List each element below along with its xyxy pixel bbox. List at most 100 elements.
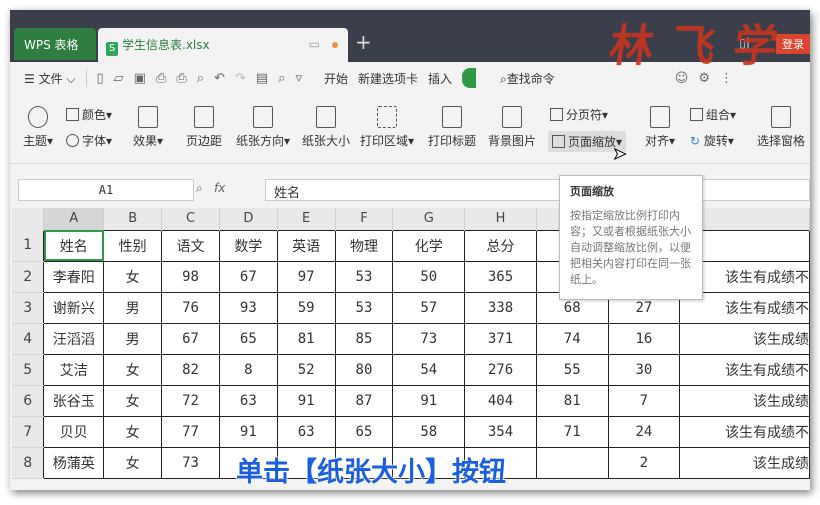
select-all-corner[interactable] bbox=[12, 208, 45, 230]
group-button[interactable]: 组合▾ bbox=[690, 106, 736, 123]
cell[interactable]: 姓名 bbox=[43, 229, 105, 262]
cell[interactable]: 91 bbox=[392, 384, 466, 417]
cell[interactable]: 男 bbox=[103, 291, 163, 324]
cell[interactable]: 73 bbox=[392, 322, 466, 355]
row-number[interactable]: 7 bbox=[12, 416, 44, 448]
menu-tab-insert[interactable]: 插入 bbox=[428, 70, 452, 87]
cell[interactable]: 63 bbox=[276, 415, 336, 448]
cell[interactable]: 354 bbox=[464, 415, 537, 448]
cell[interactable]: 57 bbox=[392, 291, 466, 324]
feedback-icon[interactable]: ☺ bbox=[675, 71, 689, 86]
row-number[interactable]: 1 bbox=[12, 230, 44, 262]
menu-tab-new[interactable]: 新建选项卡 bbox=[358, 70, 418, 87]
cell[interactable]: 67 bbox=[161, 322, 220, 355]
cell[interactable]: 该生成绩 bbox=[679, 446, 810, 479]
cell[interactable]: 59 bbox=[276, 291, 336, 324]
cell[interactable]: 93 bbox=[218, 291, 278, 324]
column-header[interactable]: H bbox=[464, 208, 537, 230]
effect-button[interactable]: 效果▾ bbox=[128, 106, 168, 149]
tab-wps-home[interactable]: WPS 表格 bbox=[14, 28, 96, 60]
cell[interactable]: 53 bbox=[334, 291, 394, 324]
monitor-icon[interactable]: ▭ bbox=[309, 37, 320, 51]
redo-icon[interactable]: ↷ bbox=[235, 71, 246, 86]
cell[interactable]: 24 bbox=[607, 415, 681, 448]
cell[interactable]: 338 bbox=[464, 291, 537, 324]
row-number[interactable]: 8 bbox=[12, 447, 44, 479]
tab-document[interactable]: S 学生信息表.xlsx ▭ bbox=[98, 28, 348, 62]
file-menu[interactable]: ☰ 文件 ⌵ bbox=[24, 70, 76, 87]
row-number[interactable]: 4 bbox=[12, 323, 44, 355]
cell[interactable]: 7 bbox=[607, 384, 681, 417]
cell[interactable]: 50 bbox=[392, 260, 466, 293]
cell[interactable]: 谢新兴 bbox=[43, 291, 105, 324]
save-icon[interactable]: ▣ bbox=[134, 71, 146, 86]
cell[interactable]: 71 bbox=[535, 415, 609, 448]
cell[interactable]: 物理 bbox=[334, 229, 394, 262]
zoom-formula-icon[interactable]: ⌕ bbox=[196, 181, 203, 196]
column-header[interactable]: B bbox=[103, 208, 163, 230]
open-icon[interactable]: ▱ bbox=[114, 71, 124, 86]
cell[interactable]: 365 bbox=[464, 260, 537, 293]
pdf-icon[interactable]: ▤ bbox=[256, 71, 268, 86]
align-button[interactable]: 对齐▾ bbox=[642, 106, 678, 149]
cell[interactable]: 87 bbox=[334, 384, 394, 417]
gear-icon[interactable]: ⚙ bbox=[698, 71, 710, 86]
row-number[interactable]: 5 bbox=[12, 354, 44, 386]
cell[interactable]: 54 bbox=[392, 353, 466, 386]
cell[interactable]: 汪滔滔 bbox=[43, 322, 105, 355]
undo-icon[interactable]: ↶ bbox=[214, 71, 225, 86]
print-preview-icon[interactable]: ⎙ bbox=[176, 71, 186, 86]
cell[interactable]: 该生有成绩不 bbox=[679, 353, 810, 386]
cell[interactable]: 73 bbox=[161, 446, 220, 479]
cell[interactable]: 72 bbox=[161, 384, 220, 417]
cell[interactable]: 女 bbox=[103, 415, 163, 448]
theme-button[interactable]: 主题▾ bbox=[18, 106, 58, 149]
cell[interactable]: 语文 bbox=[161, 229, 220, 262]
cell[interactable]: 52 bbox=[276, 353, 336, 386]
cell[interactable]: 女 bbox=[103, 384, 163, 417]
rotate-button[interactable]: ↻ 旋转▾ bbox=[690, 132, 734, 149]
font-button[interactable]: 字体▾ bbox=[66, 132, 112, 149]
row-number[interactable]: 3 bbox=[12, 292, 44, 324]
cell[interactable]: 91 bbox=[276, 384, 336, 417]
selection-pane-button[interactable]: 选择窗格 bbox=[754, 106, 808, 149]
cell[interactable]: 63 bbox=[218, 384, 278, 417]
cell[interactable]: 2 bbox=[607, 446, 681, 479]
margin-button[interactable]: 页边距 bbox=[182, 106, 226, 149]
cell[interactable]: 81 bbox=[276, 322, 336, 355]
cell[interactable]: 30 bbox=[607, 353, 681, 386]
row-number[interactable]: 6 bbox=[12, 385, 44, 417]
cell[interactable]: 女 bbox=[103, 260, 163, 293]
cell[interactable]: 77 bbox=[161, 415, 220, 448]
cell[interactable]: 贝贝 bbox=[43, 415, 105, 448]
cell[interactable]: 艾洁 bbox=[43, 353, 105, 386]
orientation-button[interactable]: 纸张方向▾ bbox=[232, 106, 294, 149]
cell[interactable]: 85 bbox=[334, 322, 394, 355]
column-header[interactable]: D bbox=[219, 208, 278, 230]
column-header[interactable]: G bbox=[392, 208, 466, 230]
cell[interactable]: 58 bbox=[392, 415, 466, 448]
cell[interactable]: 371 bbox=[464, 322, 537, 355]
cell[interactable]: 女 bbox=[103, 353, 163, 386]
cell[interactable]: 81 bbox=[535, 384, 609, 417]
print-title-button[interactable]: 打印标题 bbox=[426, 106, 478, 149]
zoom-icon[interactable]: ⌕ bbox=[278, 71, 285, 86]
more-icon[interactable]: ▿ bbox=[295, 71, 302, 86]
cell[interactable]: 76 bbox=[161, 291, 220, 324]
cell[interactable]: 91 bbox=[218, 415, 278, 448]
cell[interactable]: 女 bbox=[103, 446, 163, 479]
color-button[interactable]: 颜色▾ bbox=[66, 106, 112, 123]
more-options-icon[interactable]: ⋮ bbox=[720, 71, 733, 86]
cell[interactable]: 李春阳 bbox=[43, 260, 105, 293]
formula-input[interactable]: 姓名 bbox=[265, 179, 810, 201]
cell[interactable]: 55 bbox=[535, 353, 609, 386]
cell[interactable]: 74 bbox=[535, 322, 609, 355]
paper-size-button[interactable]: 纸张大小 bbox=[300, 106, 352, 149]
fx-icon[interactable]: fx bbox=[214, 181, 225, 195]
cell[interactable]: 80 bbox=[334, 353, 394, 386]
menu-tab-start[interactable]: 开始 bbox=[324, 70, 348, 87]
search-command[interactable]: ⌕查找命令 bbox=[500, 70, 555, 87]
cell[interactable]: 英语 bbox=[276, 229, 336, 262]
cell[interactable]: 性别 bbox=[103, 229, 163, 262]
cell[interactable]: 该生成绩 bbox=[679, 384, 810, 417]
